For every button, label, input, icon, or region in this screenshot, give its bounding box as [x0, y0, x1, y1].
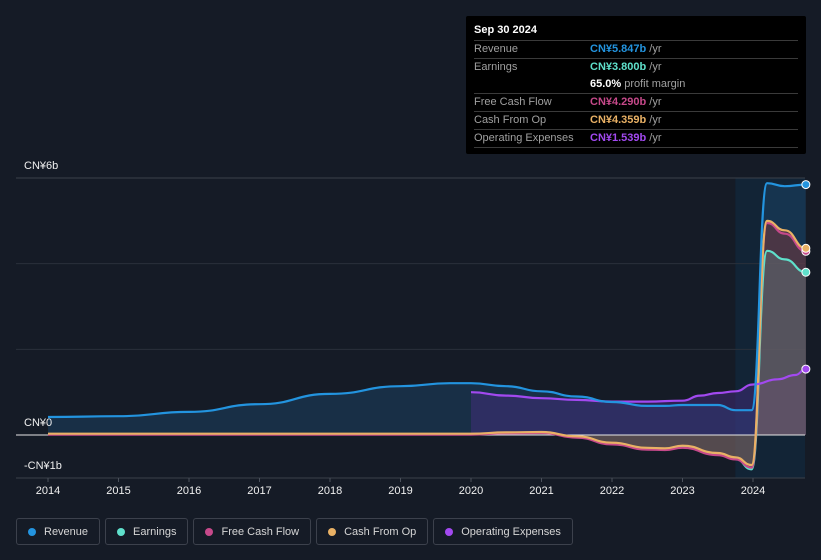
- legend-label: Operating Expenses: [461, 525, 561, 538]
- legend-label: Cash From Op: [344, 525, 417, 538]
- tooltip-label: Operating Expenses: [474, 132, 574, 144]
- tooltip-value: CN¥1.539b: [590, 132, 647, 144]
- tooltip-value: CN¥4.359b: [590, 114, 647, 126]
- legend-item-cash-from-op[interactable]: Cash From Op: [316, 518, 429, 545]
- x-tick-label-2017: 2017: [247, 485, 272, 497]
- x-tick-label-2024: 2024: [740, 485, 766, 497]
- legend-item-free-cash-flow[interactable]: Free Cash Flow: [193, 518, 312, 545]
- x-tick-label-2019: 2019: [388, 485, 413, 497]
- tooltip-unit: /yr: [649, 43, 662, 55]
- tooltip-label: [474, 76, 590, 93]
- tooltip: Sep 30 2024 Revenue CN¥5.847b/yr Earnings C…: [466, 16, 806, 154]
- x-tick-label-2021: 2021: [529, 485, 554, 497]
- x-tick-label-2023: 2023: [670, 485, 695, 497]
- tooltip-value: CN¥3.800b: [590, 61, 647, 73]
- tooltip-unit: profit margin: [624, 78, 686, 90]
- operating-expenses-end-marker: [801, 364, 811, 374]
- tooltip-label: Free Cash Flow: [474, 96, 552, 108]
- x-tick-label-2015: 2015: [106, 485, 131, 497]
- tooltip-row: Operating Expenses CN¥1.539b/yr: [474, 130, 798, 148]
- legend-dot-icon: [445, 527, 454, 536]
- legend-label: Free Cash Flow: [221, 525, 300, 538]
- tooltip-unit: /yr: [649, 96, 662, 108]
- earnings-end-marker: [801, 267, 811, 277]
- x-tick-label-2020: 2020: [458, 485, 484, 497]
- legend-label: Revenue: [44, 525, 89, 538]
- tooltip-row: 65.0% profit margin: [474, 76, 798, 94]
- cash-from-op-end-marker: [801, 243, 811, 253]
- revenue-line: [47, 182, 806, 419]
- x-tick-label-2022: 2022: [599, 485, 625, 497]
- tooltip-row: Cash From Op CN¥4.359b/yr: [474, 112, 798, 130]
- x-tick-label-2014: 2014: [35, 485, 61, 497]
- legend-dot-icon: [205, 527, 214, 536]
- y-tick-label-neg1b: -CN¥1b: [24, 460, 62, 472]
- legend-dot-icon: [328, 527, 337, 536]
- tooltip-value: 65.0%: [590, 78, 622, 90]
- tooltip-value: CN¥4.290b: [590, 96, 647, 108]
- x-tick-label-2018: 2018: [317, 485, 343, 497]
- legend-item-operating-expenses[interactable]: Operating Expenses: [433, 518, 573, 545]
- tooltip-row: Revenue CN¥5.847b/yr: [474, 41, 798, 59]
- tooltip-unit: /yr: [649, 114, 662, 126]
- tooltip-label: Earnings: [474, 61, 518, 73]
- y-tick-label-6b: CN¥6b: [24, 160, 59, 172]
- tooltip-unit: /yr: [649, 132, 662, 144]
- tooltip-value: CN¥5.847b: [590, 43, 647, 55]
- y-tick-label-0: CN¥0: [24, 417, 53, 429]
- revenue-end-marker: [801, 180, 811, 190]
- tooltip-unit: /yr: [649, 61, 662, 73]
- tooltip-label: Cash From Op: [474, 114, 547, 126]
- tooltip-row: Earnings CN¥3.800b/yr: [474, 59, 798, 76]
- legend-item-revenue[interactable]: Revenue: [16, 518, 101, 545]
- earnings-area: [48, 250, 806, 470]
- tooltip-row: Free Cash Flow CN¥4.290b/yr: [474, 94, 798, 112]
- tooltip-label: Revenue: [474, 43, 519, 55]
- tooltip-date: Sep 30 2024: [474, 24, 798, 41]
- legend-label: Earnings: [133, 525, 177, 538]
- legend: Revenue Earnings Free Cash Flow Cash From O…: [16, 518, 573, 545]
- legend-item-earnings[interactable]: Earnings: [105, 518, 189, 545]
- x-tick-label-2016: 2016: [176, 485, 202, 497]
- legend-dot-icon: [117, 527, 126, 536]
- legend-dot-icon: [28, 527, 36, 536]
